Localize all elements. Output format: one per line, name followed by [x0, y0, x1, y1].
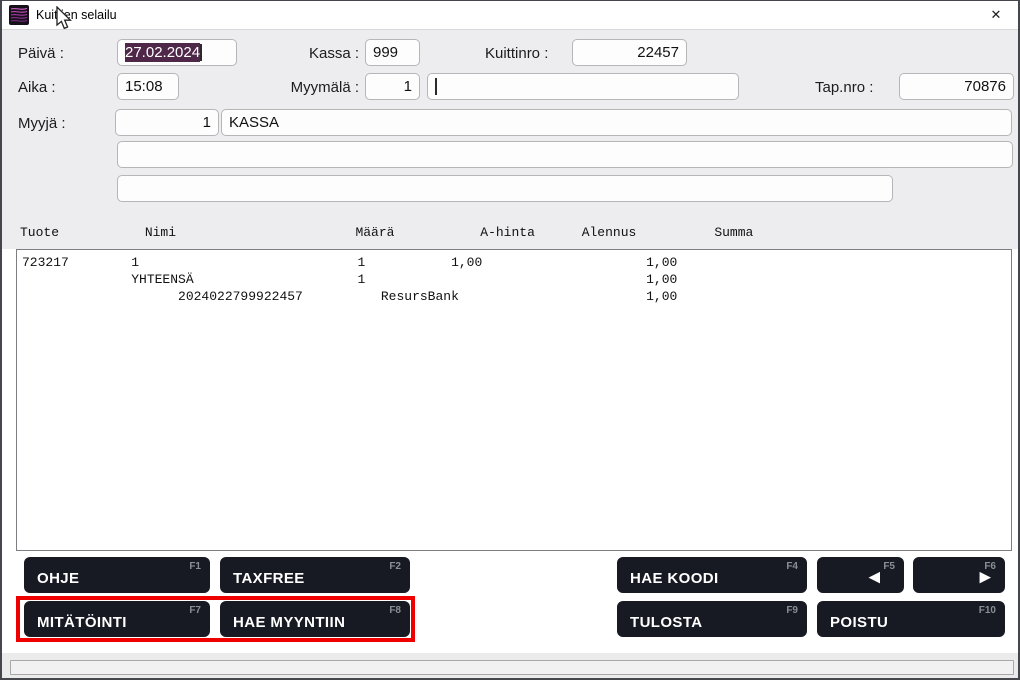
title-bar[interactable]: Kuittien selailu ✕	[2, 1, 1018, 30]
app-logo-icon	[9, 5, 29, 25]
myymala-label: Myymälä :	[252, 79, 359, 96]
receipt-row[interactable]: 2024022799922457 ResursBank 1,00	[22, 288, 1011, 305]
fkey-label: F6	[984, 561, 996, 572]
receipt-browse-window: Kuittien selailu ✕ Päivä : Kassa : Kuitt…	[0, 0, 1020, 680]
myyja-number-input[interactable]: 1	[115, 109, 219, 136]
button-label: POISTU	[830, 614, 888, 631]
tulosta-button[interactable]: TULOSTA F9	[617, 601, 807, 637]
aika-input[interactable]: 15:08	[117, 73, 179, 100]
next-receipt-button[interactable]: ▶ F6	[913, 557, 1005, 593]
poistu-button[interactable]: POISTU F10	[817, 601, 1005, 637]
extra-input-2[interactable]	[117, 175, 893, 202]
kassa-input[interactable]: 999	[365, 39, 420, 66]
text-caret	[435, 78, 437, 95]
fkey-label: F5	[883, 561, 895, 572]
previous-receipt-button[interactable]: ◀ F5	[817, 557, 904, 593]
kassa-label: Kassa :	[252, 45, 359, 62]
tapnro-label: Tap.nro :	[815, 79, 873, 96]
annotation-highlight	[16, 596, 415, 642]
aika-label: Aika :	[18, 79, 56, 96]
tapnro-input[interactable]: 70876	[899, 73, 1014, 100]
fkey-label: F2	[389, 561, 401, 572]
paiva-input[interactable]: 27.02.2024	[117, 39, 237, 66]
close-button[interactable]: ✕	[986, 6, 1006, 24]
button-label: HAE KOODI	[630, 570, 719, 587]
paiva-selected-text: 27.02.2024	[125, 43, 200, 62]
myyja-name-input[interactable]: KASSA	[221, 109, 1012, 136]
fkey-label: F4	[786, 561, 798, 572]
kuittinro-input[interactable]: 22457	[572, 39, 687, 66]
receipt-row[interactable]: YHTEENSÄ 1 1,00	[22, 271, 1011, 288]
text-caret	[200, 44, 202, 61]
kuittinro-label: Kuittinro :	[485, 45, 548, 62]
myymala-number-input[interactable]: 1	[365, 73, 420, 100]
receipt-row[interactable]: 723217 1 1 1,00 1,00	[22, 254, 1011, 271]
left-arrow-icon: ◀	[868, 567, 880, 585]
myyja-label: Myyjä :	[18, 115, 66, 132]
receipt-list[interactable]: 723217 1 1 1,00 1,00 YHTEENSÄ 1 1,00 20	[16, 249, 1012, 551]
hae-koodi-button[interactable]: HAE KOODI F4	[617, 557, 807, 593]
extra-input-1[interactable]	[117, 141, 1013, 168]
paiva-label: Päivä :	[18, 45, 64, 62]
fkey-label: F10	[979, 605, 996, 616]
status-bar	[10, 660, 1014, 675]
myymala-name-input[interactable]	[427, 73, 739, 100]
taxfree-button[interactable]: TAXFREE F2	[220, 557, 410, 593]
receipt-table-header: Tuote Nimi Määrä A-hinta Alennus Summa	[20, 225, 753, 240]
button-label: TULOSTA	[630, 614, 703, 631]
ohje-button[interactable]: OHJE F1	[24, 557, 210, 593]
fkey-label: F9	[786, 605, 798, 616]
button-label: OHJE	[37, 570, 79, 587]
fkey-label: F1	[189, 561, 201, 572]
button-label: TAXFREE	[233, 570, 305, 587]
window-title: Kuittien selailu	[36, 8, 117, 22]
